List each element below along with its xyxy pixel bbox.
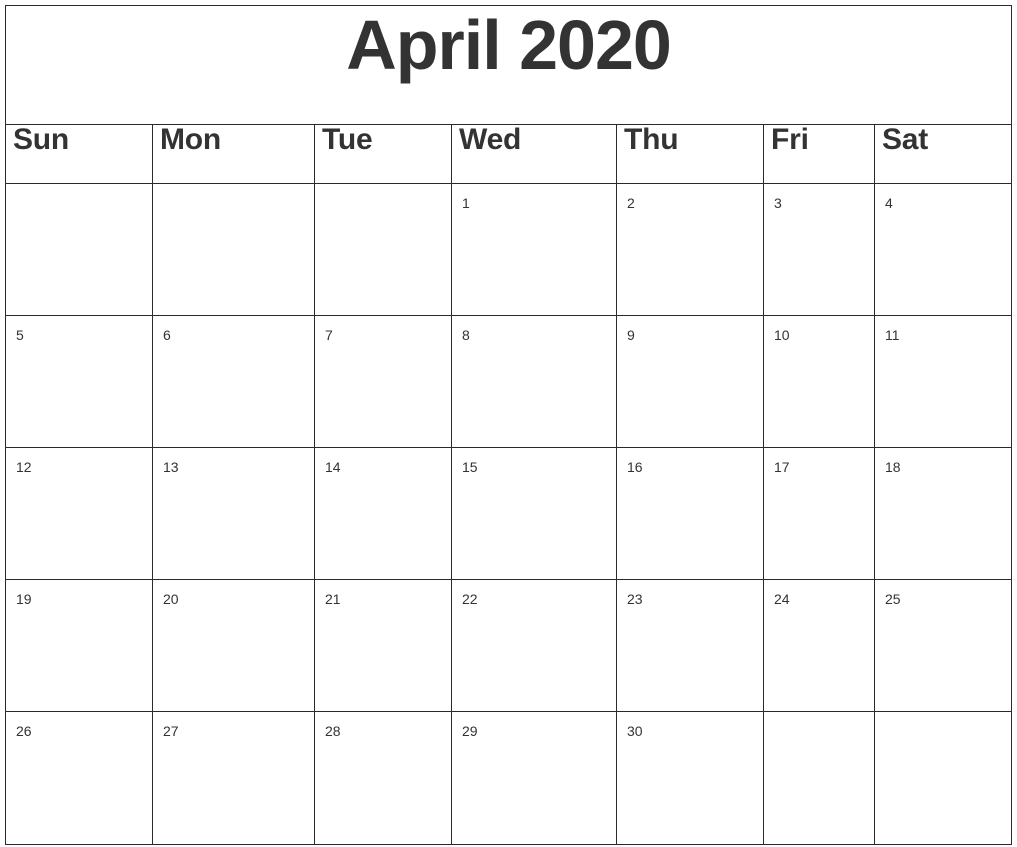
day-cell[interactable]: 24 xyxy=(763,579,875,712)
day-number: 20 xyxy=(163,591,179,607)
day-number: 15 xyxy=(462,459,478,475)
day-cell[interactable]: 23 xyxy=(616,579,764,712)
day-cell[interactable]: 14 xyxy=(314,447,452,580)
calendar-table: April 2020 Sun Mon Tue Wed Thu Fri Sat 1… xyxy=(4,5,1013,845)
day-number: 28 xyxy=(325,723,341,739)
weekday-label: Mon xyxy=(160,123,222,156)
day-number: 14 xyxy=(325,459,341,475)
day-number: 24 xyxy=(774,591,790,607)
weekday-label: Wed xyxy=(459,123,522,156)
day-cell[interactable] xyxy=(763,711,875,845)
day-cell[interactable]: 20 xyxy=(152,579,315,712)
weekday-header-tue: Tue xyxy=(314,123,452,184)
day-cell[interactable]: 13 xyxy=(152,447,315,580)
day-cell[interactable]: 15 xyxy=(451,447,617,580)
day-cell[interactable]: 2 xyxy=(616,183,764,316)
weekday-header-sun: Sun xyxy=(5,123,153,184)
day-cell[interactable]: 29 xyxy=(451,711,617,845)
day-cell[interactable]: 5 xyxy=(5,315,153,448)
weekday-header-thu: Thu xyxy=(616,123,764,184)
weekday-header-row: Sun Mon Tue Wed Thu Fri Sat xyxy=(5,123,1013,184)
day-number: 25 xyxy=(885,591,901,607)
weekday-label: Fri xyxy=(771,123,809,156)
day-cell[interactable] xyxy=(314,183,452,316)
day-cell[interactable]: 12 xyxy=(5,447,153,580)
day-cell[interactable]: 3 xyxy=(763,183,875,316)
day-number: 3 xyxy=(774,195,782,211)
calendar-title-row: April 2020 xyxy=(4,5,1013,125)
day-number: 11 xyxy=(885,327,900,343)
day-number: 27 xyxy=(163,723,179,739)
day-cell[interactable]: 16 xyxy=(616,447,764,580)
weekday-label: Sat xyxy=(882,123,929,156)
day-cell[interactable]: 10 xyxy=(763,315,875,448)
calendar-title-cell: April 2020 xyxy=(4,5,1013,125)
day-number: 6 xyxy=(163,327,171,343)
day-number: 8 xyxy=(462,327,470,343)
calendar-week-row: 26 27 28 29 30 xyxy=(5,711,1013,845)
day-cell[interactable]: 27 xyxy=(152,711,315,845)
day-cell[interactable] xyxy=(873,711,1013,845)
day-number: 22 xyxy=(462,591,478,607)
weekday-header-wed: Wed xyxy=(451,123,617,184)
day-cell[interactable]: 17 xyxy=(763,447,875,580)
day-cell[interactable]: 7 xyxy=(314,315,452,448)
day-cell[interactable]: 26 xyxy=(5,711,153,845)
day-number: 1 xyxy=(462,195,470,211)
day-cell[interactable]: 9 xyxy=(616,315,764,448)
day-number: 2 xyxy=(627,195,635,211)
weekday-header-sat: Sat xyxy=(873,123,1013,184)
calendar-week-row: 5 6 7 8 9 10 11 xyxy=(5,315,1013,448)
day-number: 5 xyxy=(16,327,24,343)
day-number: 19 xyxy=(16,591,32,607)
weekday-label: Sun xyxy=(13,123,70,156)
weekday-header-mon: Mon xyxy=(152,123,315,184)
calendar-week-row: 1 2 3 4 xyxy=(5,183,1013,316)
day-number: 4 xyxy=(885,195,893,211)
day-cell[interactable]: 6 xyxy=(152,315,315,448)
day-cell[interactable]: 19 xyxy=(5,579,153,712)
day-number: 13 xyxy=(163,459,179,475)
day-number: 7 xyxy=(325,327,333,343)
day-cell[interactable]: 8 xyxy=(451,315,617,448)
calendar-week-row: 19 20 21 22 23 24 25 xyxy=(5,579,1013,712)
day-number: 21 xyxy=(325,591,341,607)
day-number: 30 xyxy=(627,723,643,739)
day-cell[interactable] xyxy=(152,183,315,316)
calendar-week-row: 12 13 14 15 16 17 18 xyxy=(5,447,1013,580)
day-number: 17 xyxy=(774,459,790,475)
page-title: April 2020 xyxy=(346,6,672,84)
weekday-label: Tue xyxy=(322,123,373,156)
day-number: 23 xyxy=(627,591,643,607)
weekday-label: Thu xyxy=(624,123,679,156)
day-number: 18 xyxy=(885,459,901,475)
day-number: 12 xyxy=(16,459,32,475)
day-number: 16 xyxy=(627,459,643,475)
day-number: 9 xyxy=(627,327,635,343)
day-cell[interactable]: 4 xyxy=(873,183,1013,316)
day-number: 29 xyxy=(462,723,478,739)
day-cell[interactable]: 22 xyxy=(451,579,617,712)
day-number: 26 xyxy=(16,723,32,739)
calendar-container: April 2020 Sun Mon Tue Wed Thu Fri Sat 1… xyxy=(4,5,1013,845)
weekday-header-fri: Fri xyxy=(763,123,875,184)
day-cell[interactable]: 1 xyxy=(451,183,617,316)
day-cell[interactable]: 18 xyxy=(873,447,1013,580)
day-cell[interactable]: 11 xyxy=(873,315,1013,448)
day-cell[interactable]: 21 xyxy=(314,579,452,712)
day-number: 10 xyxy=(774,327,790,343)
day-cell[interactable]: 30 xyxy=(616,711,764,845)
day-cell[interactable]: 25 xyxy=(873,579,1013,712)
day-cell[interactable]: 28 xyxy=(314,711,452,845)
day-cell[interactable] xyxy=(5,183,153,316)
